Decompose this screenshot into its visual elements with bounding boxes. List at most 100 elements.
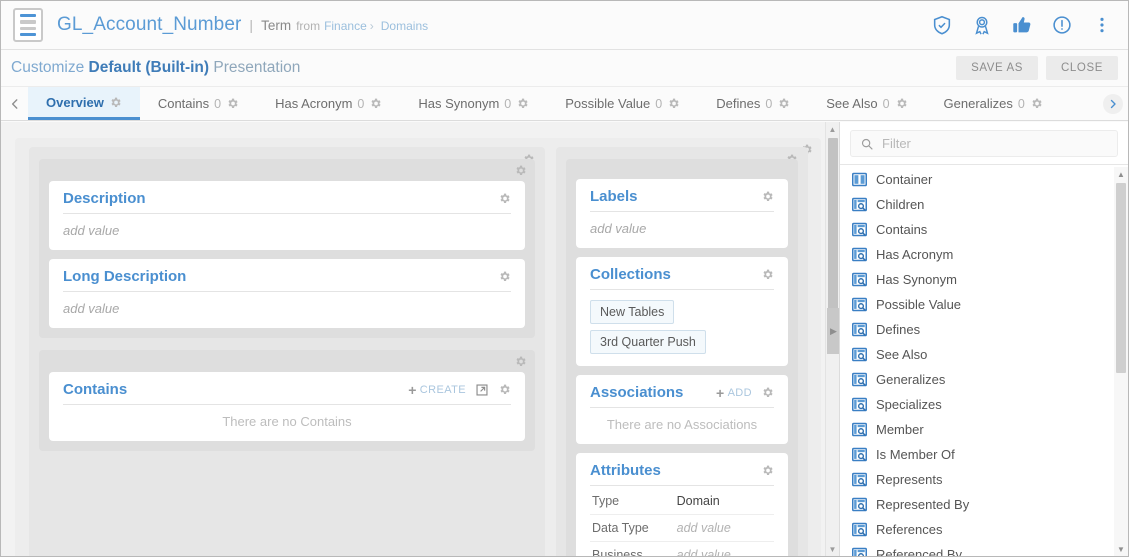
labels-card[interactable]: Labels add value [576, 179, 788, 248]
widget-list-item-label: Container [876, 172, 932, 187]
contains-group-gear-icon[interactable] [514, 355, 527, 368]
external-link-icon[interactable] [475, 383, 489, 397]
attribute-value[interactable]: add value [675, 515, 774, 542]
attribute-key: Business... [590, 542, 675, 557]
more-vertical-icon[interactable] [1090, 13, 1114, 37]
long-description-card-gear-icon[interactable] [498, 270, 511, 283]
attributes-card[interactable]: Attributes TypeDomainData Typ [576, 453, 788, 556]
contains-group[interactable]: Contains + CREATE [39, 350, 535, 451]
widget-list-item-container[interactable]: Container [840, 167, 1114, 192]
close-button[interactable]: CLOSE [1046, 56, 1118, 80]
tab-gear-icon[interactable] [895, 97, 908, 110]
tab-gear-icon[interactable] [369, 97, 382, 110]
widget-list-item-label: Is Member Of [876, 447, 955, 462]
tab-has-synonym[interactable]: Has Synonym0 [400, 87, 547, 120]
tab-possible-value[interactable]: Possible Value0 [547, 87, 698, 120]
tab-gear-icon[interactable] [777, 97, 790, 110]
description-card-gear-icon[interactable] [498, 192, 511, 205]
breadcrumb-leaf[interactable]: Domains [381, 19, 428, 33]
widget-list-item-is-member-of[interactable]: Is Member Of [840, 442, 1114, 467]
scroll-down-icon[interactable]: ▼ [826, 542, 839, 556]
relation-icon [852, 222, 867, 237]
tab-overview[interactable]: Overview [28, 87, 140, 120]
left-column-panel[interactable]: Description add value [29, 147, 545, 556]
attributes-card-gear-icon[interactable] [761, 464, 774, 477]
widget-list-item-has-synonym[interactable]: Has Synonym [840, 267, 1114, 292]
widget-list-item-generalizes[interactable]: Generalizes [840, 367, 1114, 392]
tab-contains[interactable]: Contains0 [140, 87, 257, 120]
tab-has-acronym[interactable]: Has Acronym0 [257, 87, 400, 120]
presentation-section[interactable]: Description add value [15, 138, 821, 556]
widget-list-item-member[interactable]: Member [840, 417, 1114, 442]
thumbs-up-icon[interactable] [1010, 13, 1034, 37]
description-group[interactable]: Description add value [39, 159, 535, 338]
tab-gear-icon[interactable] [516, 97, 529, 110]
plus-icon: + [408, 383, 417, 397]
add-association-button[interactable]: + ADD [716, 386, 752, 400]
description-group-gear-icon[interactable] [514, 164, 527, 177]
save-as-button[interactable]: SAVE AS [956, 56, 1038, 80]
widget-list-item-references[interactable]: References [840, 517, 1114, 542]
associations-card-gear-icon[interactable] [761, 386, 774, 399]
relation-icon [852, 272, 867, 287]
breadcrumb-root[interactable]: Finance [324, 19, 367, 33]
description-add-value[interactable]: add value [63, 214, 511, 238]
widget-scroll-down-icon[interactable]: ▼ [1114, 542, 1128, 556]
tab-generalizes[interactable]: Generalizes0 [926, 87, 1061, 120]
widget-list-item-see-also[interactable]: See Also [840, 342, 1114, 367]
collections-card-gear-icon[interactable] [761, 268, 774, 281]
widget-list-scrollbar[interactable]: ▲ ▼ [1114, 167, 1128, 556]
contains-card-gear-icon[interactable] [498, 383, 511, 396]
canvas-scrollbar-thumb[interactable] [828, 138, 838, 333]
description-card[interactable]: Description add value [49, 181, 525, 250]
widget-list-item-contains[interactable]: Contains [840, 217, 1114, 242]
long-description-add-value[interactable]: add value [63, 292, 511, 316]
collections-card[interactable]: Collections New Tables 3rd Quarter Push [576, 257, 788, 366]
widget-list-item-represents[interactable]: Represents [840, 467, 1114, 492]
filter-box[interactable] [850, 130, 1118, 157]
attribute-value[interactable]: add value [675, 542, 774, 557]
right-column-panel[interactable]: Labels add value [556, 147, 808, 556]
collection-chip[interactable]: 3rd Quarter Push [590, 330, 706, 354]
widget-list-item-has-acronym[interactable]: Has Acronym [840, 242, 1114, 267]
panel-collapse-handle[interactable]: ▶ [827, 308, 839, 354]
tab-count: 0 [883, 97, 890, 111]
description-card-title: Description [63, 190, 146, 207]
contains-card-header: Contains + CREATE [63, 381, 511, 405]
labels-card-gear-icon[interactable] [761, 190, 774, 203]
tab-gear-icon[interactable] [109, 96, 122, 109]
associations-card[interactable]: Associations + ADD [576, 375, 788, 444]
tab-see-also[interactable]: See Also0 [808, 87, 925, 120]
widget-list-item-children[interactable]: Children [840, 192, 1114, 217]
tab-defines[interactable]: Defines0 [698, 87, 808, 120]
long-description-card-header: Long Description [63, 268, 511, 292]
attribute-value[interactable]: Domain [675, 488, 774, 515]
document-icon [13, 8, 43, 42]
widget-list-item-represented-by[interactable]: Represented By [840, 492, 1114, 517]
shield-check-icon[interactable] [930, 13, 954, 37]
widget-list-item-possible-value[interactable]: Possible Value [840, 292, 1114, 317]
widget-scroll-up-icon[interactable]: ▲ [1114, 167, 1128, 181]
create-button[interactable]: + CREATE [408, 383, 466, 397]
widget-list-item-referenced-by[interactable]: Referenced By [840, 542, 1114, 556]
attributes-card-title: Attributes [590, 462, 661, 479]
exclamation-circle-icon[interactable] [1050, 13, 1074, 37]
labels-add-value[interactable]: add value [590, 212, 774, 236]
long-description-card[interactable]: Long Description add value [49, 259, 525, 328]
collections-card-title: Collections [590, 266, 671, 283]
scroll-up-icon[interactable]: ▲ [826, 122, 839, 136]
widget-list-item-defines[interactable]: Defines [840, 317, 1114, 342]
presentation-name: Default (Built-in) [89, 59, 210, 76]
award-ribbon-icon[interactable] [970, 13, 994, 37]
chevron-left-icon[interactable] [1, 87, 28, 120]
widget-list-item-specializes[interactable]: Specializes [840, 392, 1114, 417]
filter-input[interactable] [882, 136, 1108, 151]
widget-scrollbar-thumb[interactable] [1116, 183, 1126, 373]
contains-card[interactable]: Contains + CREATE [49, 372, 525, 441]
tab-gear-icon[interactable] [667, 97, 680, 110]
collection-chip[interactable]: New Tables [590, 300, 674, 324]
right-column-card-stack[interactable]: Labels add value [566, 159, 798, 556]
tab-gear-icon[interactable] [1030, 97, 1043, 110]
chevron-right-icon[interactable] [1103, 94, 1123, 114]
tab-gear-icon[interactable] [226, 97, 239, 110]
